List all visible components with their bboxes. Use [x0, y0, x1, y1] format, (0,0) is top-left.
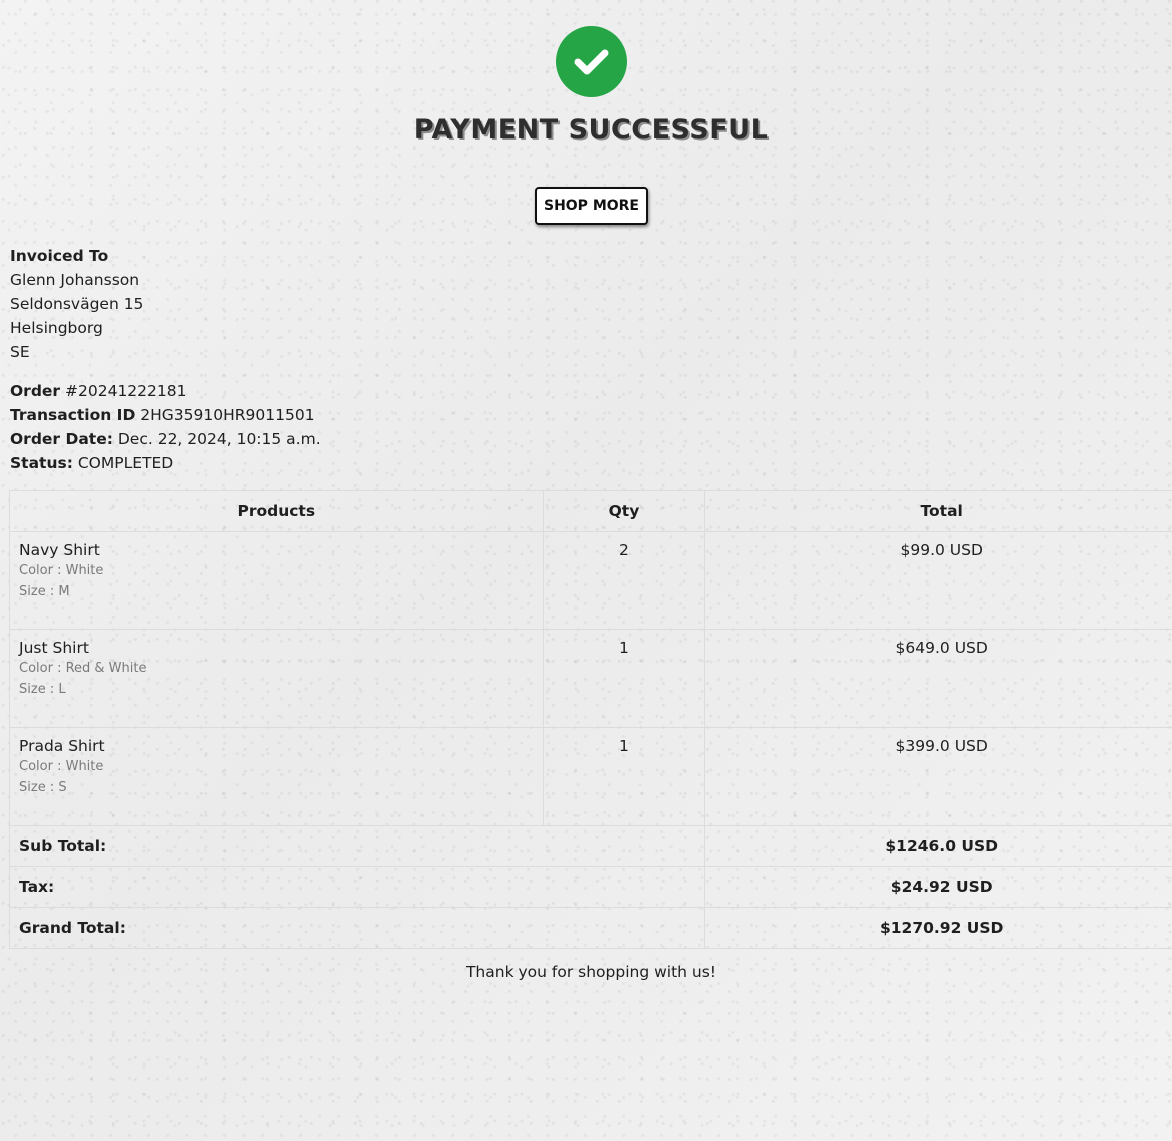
product-qty: 1: [542, 629, 706, 728]
product-size: Size : S: [19, 780, 67, 795]
total-column-header: Total: [704, 490, 1172, 532]
tax-row: Tax: $24.92 USD: [8, 866, 1172, 908]
order-date-value: Dec. 22, 2024, 10:15 a.m.: [117, 430, 321, 448]
product-total: $99.0 USD: [704, 531, 1172, 630]
order-number-label: Order: [10, 382, 61, 400]
table-row: Just Shirt Color : Red & White Size : L …: [9, 629, 1172, 728]
product-cell: Prada Shirt Color : White Size : S: [9, 727, 544, 826]
product-total: $399.0 USD: [704, 727, 1172, 826]
product-color: Color : White: [19, 563, 104, 578]
product-name: Just Shirt: [19, 639, 89, 657]
product-name: Navy Shirt: [19, 541, 100, 559]
order-number-value: #20241222181: [65, 382, 187, 400]
check-circle-icon: [556, 26, 627, 97]
thank-you-message: Thank you for shopping with us!: [465, 963, 717, 981]
grand-total-row: Grand Total: $1270.92 USD: [8, 907, 1172, 949]
table-row: Prada Shirt Color : White Size : S 1 $39…: [9, 727, 1172, 826]
order-status-line: Status: COMPLETED: [10, 451, 321, 475]
customer-name: Glenn Johansson: [10, 271, 140, 289]
grand-total-value: $1270.92 USD: [704, 907, 1172, 949]
transaction-id-label: Transaction ID: [10, 406, 136, 424]
tax-value: $24.92 USD: [704, 866, 1172, 908]
qty-column-header: Qty: [542, 490, 706, 532]
order-details-section: Order #20241222181 Transaction ID 2HG359…: [10, 379, 321, 475]
products-column-header: Products: [9, 490, 544, 532]
order-status-label: Status:: [10, 454, 73, 472]
tax-label: Tax:: [8, 866, 706, 908]
shop-more-button[interactable]: SHOP MORE: [535, 187, 648, 225]
customer-country: SE: [10, 343, 30, 361]
customer-city: Helsingborg: [10, 319, 103, 337]
transaction-id-line: Transaction ID 2HG35910HR9011501: [10, 403, 321, 427]
table-row: Navy Shirt Color : White Size : M 2 $99.…: [9, 531, 1172, 630]
order-number-line: Order #20241222181: [10, 379, 321, 403]
order-date-line: Order Date: Dec. 22, 2024, 10:15 a.m.: [10, 427, 321, 451]
product-cell: Navy Shirt Color : White Size : M: [9, 531, 544, 630]
product-size: Size : M: [19, 584, 70, 599]
subtotal-row: Sub Total: $1246.0 USD: [8, 825, 1172, 867]
invoiced-to-section: Invoiced To Glenn Johansson Seldonsvägen…: [10, 244, 143, 364]
product-total: $649.0 USD: [704, 629, 1172, 728]
grand-total-label: Grand Total:: [8, 907, 706, 949]
product-color: Color : White: [19, 759, 104, 774]
subtotal-value: $1246.0 USD: [704, 825, 1172, 867]
order-items-table: Products Qty Total Navy Shirt Color : Wh…: [8, 490, 1172, 949]
product-qty: 2: [542, 531, 706, 630]
product-color: Color : Red & White: [19, 661, 147, 676]
product-name: Prada Shirt: [19, 737, 105, 755]
subtotal-label: Sub Total:: [8, 825, 706, 867]
table-header-row: Products Qty Total: [9, 490, 1172, 532]
order-date-label: Order Date:: [10, 430, 113, 448]
product-qty: 1: [542, 727, 706, 826]
customer-street: Seldonsvägen 15: [10, 295, 144, 313]
product-cell: Just Shirt Color : Red & White Size : L: [9, 629, 544, 728]
product-size: Size : L: [19, 682, 66, 697]
order-status-value: COMPLETED: [77, 454, 174, 472]
page-title: PAYMENT SUCCESSFUL: [413, 114, 769, 145]
transaction-id-value: 2HG35910HR9011501: [140, 406, 315, 424]
invoiced-to-heading: Invoiced To: [10, 247, 109, 265]
